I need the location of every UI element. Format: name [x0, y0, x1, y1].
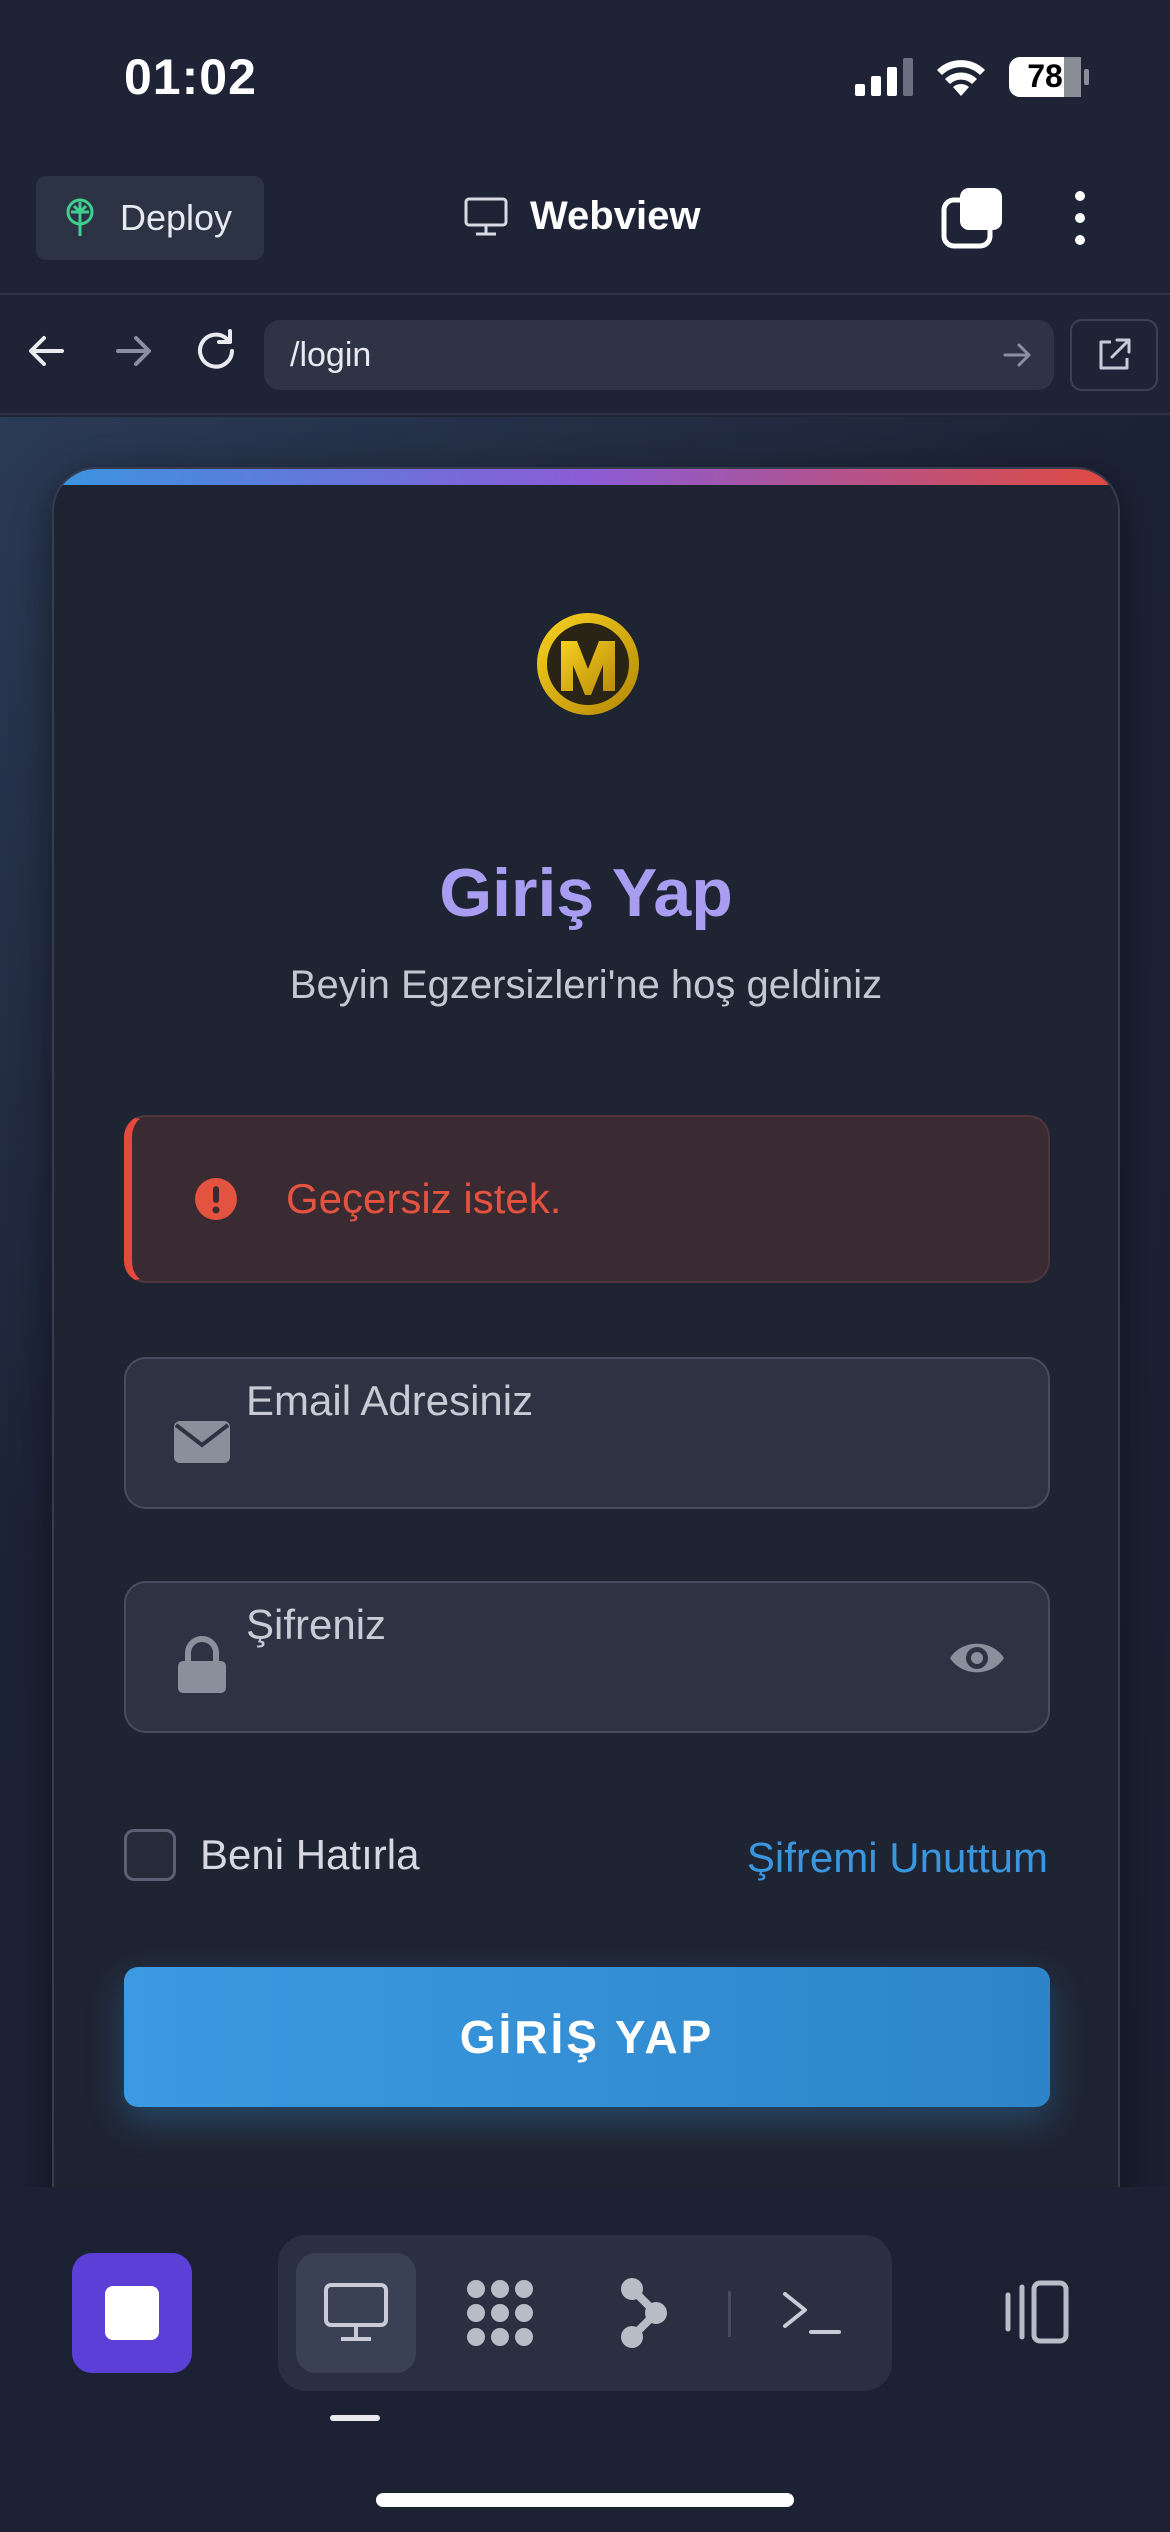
toolbar-divider	[728, 2291, 731, 2337]
page-title: Giriş Yap	[439, 855, 733, 931]
login-card: Giriş Yap Beyin Egzersizleri'ne hoş geld…	[52, 467, 1120, 2187]
show-password-eye-icon[interactable]	[948, 1633, 1006, 1683]
stop-icon	[105, 2286, 159, 2340]
tool-tabs	[278, 2235, 892, 2391]
forgot-password-link[interactable]: Şifremi Unuttum	[747, 1834, 1048, 1882]
remember-me[interactable]: Beni Hatırla	[124, 1829, 419, 1881]
git-icon	[621, 2278, 667, 2348]
back-arrow-icon[interactable]	[22, 325, 74, 377]
url-text: /login	[290, 335, 372, 374]
status-time: 01:02	[124, 49, 257, 105]
home-indicator	[376, 2493, 794, 2507]
page-subtitle: Beyin Egzersizleri'ne hoş geldiniz	[289, 963, 883, 1007]
error-icon	[195, 1178, 237, 1220]
active-tab-indicator	[330, 2415, 380, 2421]
envelope-icon	[174, 1421, 230, 1463]
packages-icon	[467, 2280, 533, 2346]
battery-icon: 78	[1008, 56, 1090, 98]
webview-title-label: Webview	[530, 194, 701, 238]
split-layout-icon[interactable]	[1000, 2277, 1072, 2349]
tab-git[interactable]	[584, 2253, 704, 2373]
url-input[interactable]: /login	[264, 320, 1054, 390]
login-submit-button[interactable]: GİRİŞ YAP	[124, 1967, 1050, 2107]
battery-level: 78	[1027, 58, 1063, 94]
remember-me-checkbox[interactable]	[124, 1829, 176, 1881]
external-link-icon	[1099, 338, 1131, 370]
webview-title[interactable]: Webview	[464, 194, 700, 239]
monitor-icon	[464, 197, 508, 235]
forward-arrow-icon[interactable]	[106, 325, 158, 377]
error-message: Geçersiz istek.	[286, 1175, 562, 1222]
deploy-button[interactable]: Deploy	[36, 176, 264, 260]
email-placeholder: Email Adresiniz	[246, 1377, 534, 1424]
password-field[interactable]: Şifreniz	[124, 1581, 1050, 1733]
tabs-icon[interactable]	[940, 186, 1004, 250]
go-arrow-icon[interactable]	[1000, 338, 1034, 372]
bottom-toolbar	[0, 2187, 1170, 2532]
tab-webview[interactable]	[296, 2253, 416, 2373]
tab-terminal[interactable]	[752, 2253, 872, 2373]
url-bar: /login	[0, 295, 1170, 415]
remember-me-label: Beni Hatırla	[200, 1831, 420, 1878]
card-accent-bar	[54, 469, 1118, 485]
screen: 01:02 78 Deploy Webview /login Giriş Yap…	[0, 0, 1170, 2532]
reload-icon[interactable]	[190, 325, 242, 377]
terminal-icon	[783, 2292, 841, 2334]
password-placeholder: Şifreniz	[246, 1601, 387, 1648]
stop-button[interactable]	[72, 2253, 192, 2373]
wifi-icon	[937, 60, 985, 96]
open-external-button[interactable]	[1070, 319, 1158, 391]
cellular-signal-icon	[855, 58, 913, 96]
error-alert: Geçersiz istek.	[124, 1115, 1050, 1283]
deploy-label: Deploy	[120, 197, 233, 238]
status-bar: 01:02 78	[0, 0, 1170, 160]
tab-packages[interactable]	[440, 2253, 560, 2373]
more-options-icon[interactable]	[1060, 188, 1100, 248]
app-header: Deploy Webview	[0, 160, 1170, 295]
webview-icon	[324, 2283, 388, 2341]
webview-page: Giriş Yap Beyin Egzersizleri'ne hoş geld…	[0, 417, 1170, 2187]
deploy-icon	[66, 198, 94, 236]
lock-icon	[178, 1636, 226, 1693]
brand-logo	[537, 613, 639, 715]
email-field[interactable]: Email Adresiniz	[124, 1357, 1050, 1509]
